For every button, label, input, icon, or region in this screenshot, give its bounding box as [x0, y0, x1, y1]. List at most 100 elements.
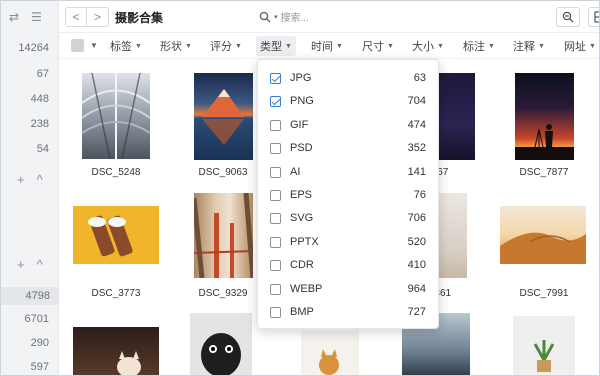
group-controls: + ^ [17, 257, 43, 272]
type-option-ai[interactable]: AI 141 [258, 163, 438, 183]
type-option-eps[interactable]: EPS 76 [258, 186, 438, 206]
plant-photo [533, 340, 555, 372]
type-option-count: 410 [407, 259, 426, 272]
thumbnail-plant[interactable] [513, 316, 575, 375]
thumbnail-night[interactable] [439, 73, 475, 160]
filter-url[interactable]: 网址 ▼ [564, 38, 596, 54]
sidebar-tools: ⇄ ☰ [9, 10, 42, 24]
thumbnail-cat-toy[interactable] [301, 331, 359, 375]
layout-button[interactable] [588, 7, 599, 27]
count-item[interactable]: 448 [31, 93, 49, 105]
type-option-psd[interactable]: PSD 352 [258, 139, 438, 159]
collapse-icon[interactable]: ^ [37, 172, 43, 187]
count-item-selected[interactable]: 4798 [1, 287, 58, 305]
sneakers-photo [88, 215, 133, 257]
count-item[interactable]: 597 [31, 361, 49, 373]
type-option-pptx[interactable]: PPTX 520 [258, 233, 438, 253]
collapse-icon[interactable]: ^ [37, 257, 43, 272]
type-option-bmp[interactable]: BMP 727 [258, 303, 438, 323]
filter-shape[interactable]: 形状 ▼ [160, 38, 192, 54]
search-placeholder: 搜索... [280, 13, 309, 24]
count-item[interactable]: 290 [31, 337, 49, 349]
filter-time[interactable]: 时间 ▼ [311, 38, 343, 54]
count-item[interactable]: 54 [37, 143, 49, 155]
filter-rating[interactable]: 评分 ▼ [210, 38, 242, 54]
type-option-cdr[interactable]: CDR 410 [258, 256, 438, 276]
filter-label: 标注 [463, 41, 485, 53]
filter-notes[interactable]: 注释 ▼ [513, 38, 545, 54]
type-option-label: PSD [290, 142, 313, 155]
type-option-jpg[interactable]: JPG 63 [258, 69, 438, 89]
type-option-svg[interactable]: SVG 706 [258, 209, 438, 229]
thumbnail-golden-gate[interactable] [194, 193, 253, 278]
add-icon[interactable]: + [17, 172, 25, 187]
count-item[interactable]: 238 [31, 118, 49, 130]
type-option-checkbox[interactable] [270, 119, 281, 131]
forward-button[interactable]: > [87, 7, 109, 27]
type-option-count: 474 [407, 118, 426, 131]
type-option-checkbox[interactable] [270, 307, 281, 318]
filter-label: 网址 [564, 41, 586, 53]
type-option-checkbox[interactable] [270, 143, 281, 155]
filter-label: 尺寸 [362, 41, 384, 53]
type-option-count: 964 [407, 282, 426, 295]
type-option-checkbox[interactable] [270, 166, 281, 178]
type-option-count: 76 [413, 189, 426, 201]
type-option-webp[interactable]: WEBP 964 [258, 280, 438, 300]
chevron-down-icon[interactable]: ▼ [90, 41, 98, 50]
type-option-checkbox[interactable] [270, 236, 281, 248]
type-option-checkbox[interactable] [270, 73, 281, 84]
thumbnail-desert[interactable] [500, 206, 586, 264]
app-window: ⇄ ☰ 14264 67 448 238 54 + ^ + ^ 4798 670… [0, 0, 600, 376]
filter-type[interactable]: 类型 ▼ [256, 36, 296, 56]
chevron-down-icon: ▼ [589, 43, 596, 50]
type-option-count: 352 [407, 142, 426, 155]
filter-tags[interactable]: 标签 ▼ [110, 38, 142, 54]
filter-label: 类型 [260, 41, 282, 53]
filter-label: 时间 [311, 41, 333, 53]
add-icon[interactable]: + [17, 257, 25, 272]
type-option-label: PPTX [290, 235, 319, 248]
thumbnail-mountain-lake[interactable] [194, 73, 253, 160]
type-option-png[interactable]: PNG 704 [258, 92, 438, 112]
type-option-label: EPS [290, 189, 313, 201]
search-box[interactable]: ▾ 搜索... [259, 9, 309, 24]
filter-annotation[interactable]: 标注 ▼ [463, 38, 495, 54]
chevron-down-icon: ▼ [437, 43, 444, 50]
type-option-checkbox[interactable] [270, 283, 281, 295]
filter-dimensions[interactable]: 尺寸 ▼ [362, 38, 394, 54]
count-item[interactable]: 14264 [18, 42, 49, 54]
type-option-checkbox[interactable] [270, 96, 281, 108]
thumbnail-dog[interactable] [439, 193, 467, 278]
grid-icon [594, 11, 599, 23]
thumbnail-pug[interactable] [190, 313, 252, 375]
filter-label: 评分 [210, 41, 232, 53]
swap-icon[interactable]: ⇄ [9, 10, 19, 24]
thumbnail-sneakers[interactable] [73, 206, 159, 264]
back-button[interactable]: < [65, 7, 87, 27]
type-option-label: CDR [290, 259, 314, 272]
architecture-photo [82, 73, 150, 159]
pug-photo [201, 333, 241, 375]
type-option-count: 706 [407, 212, 426, 225]
count-item[interactable]: 67 [37, 68, 49, 80]
zoom-button[interactable] [556, 7, 580, 27]
type-option-checkbox[interactable] [270, 213, 281, 225]
page-title: 摄影合集 [115, 11, 164, 25]
filter-size[interactable]: 大小 ▼ [412, 38, 444, 54]
count-item[interactable]: 6701 [25, 313, 49, 325]
sliders-icon[interactable]: ☰ [31, 10, 42, 24]
type-option-gif[interactable]: GIF 474 [258, 116, 438, 136]
type-option-label: GIF [290, 118, 309, 131]
thumbnail-photographer-sunset[interactable] [515, 73, 574, 160]
group-controls: + ^ [17, 172, 43, 187]
select-all-checkbox[interactable] [71, 39, 84, 52]
chevron-down-icon: ▼ [387, 43, 394, 50]
kitten-photo [117, 351, 141, 375]
thumbnail-kitten[interactable] [73, 327, 159, 375]
chevron-down-icon: ▼ [185, 43, 192, 50]
type-option-checkbox[interactable] [270, 190, 281, 201]
type-option-checkbox[interactable] [270, 260, 281, 272]
thumbnail-architecture[interactable] [82, 73, 150, 159]
thumbnail-caption: DSC_7991 [519, 288, 569, 299]
